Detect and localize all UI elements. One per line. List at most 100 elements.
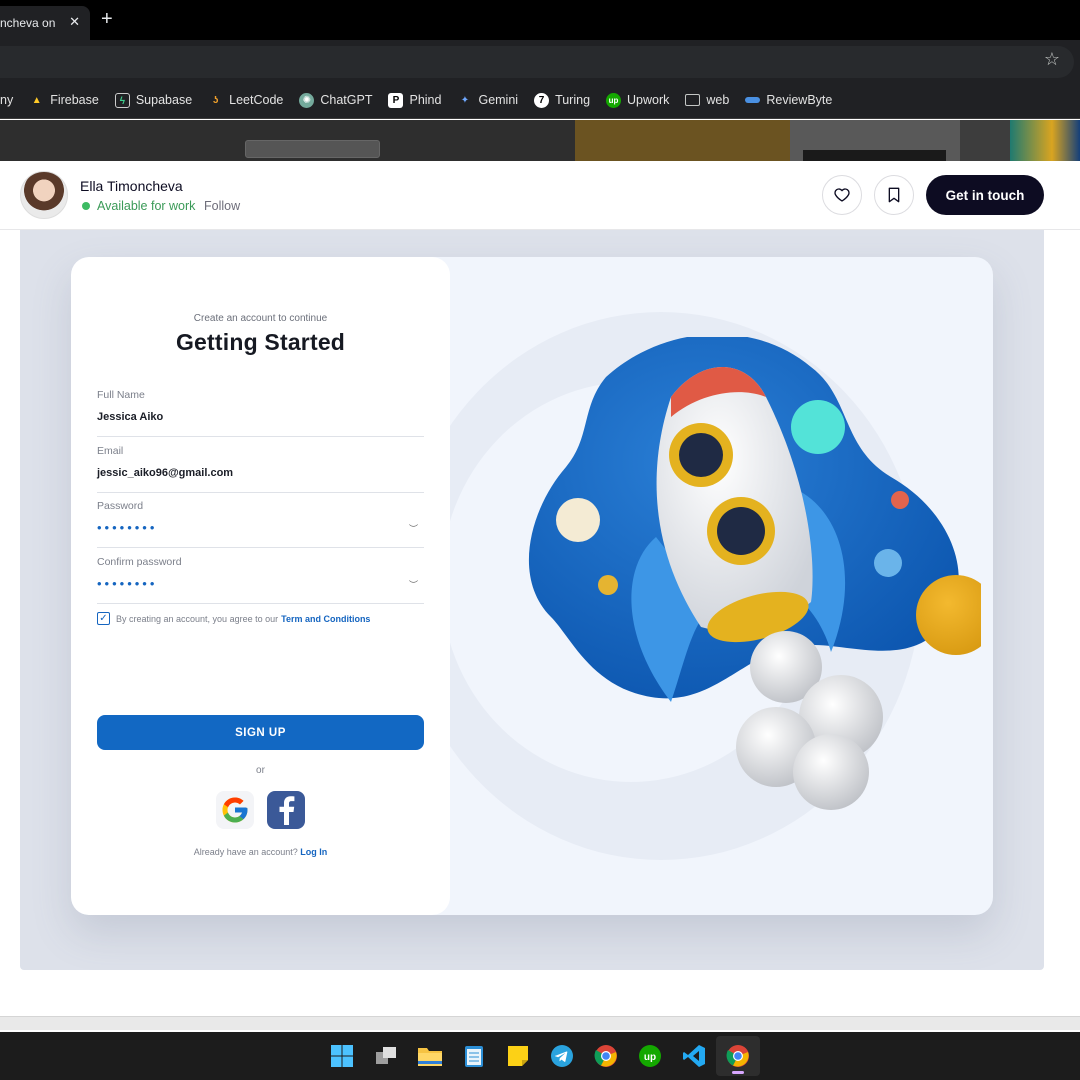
chrome-button-active[interactable]: [716, 1036, 760, 1076]
moon-shape: [556, 498, 600, 542]
bookmark-label: ReviewByte: [766, 93, 833, 107]
facebook-icon: [279, 796, 295, 825]
bookmark-folder-web[interactable]: web: [685, 93, 729, 107]
planet-shape: [598, 575, 618, 595]
address-bar: ☆: [0, 40, 1080, 82]
bookmark-label: Firebase: [50, 93, 99, 107]
heart-icon: [834, 188, 850, 202]
reviewbyte-icon: [745, 97, 761, 103]
chrome-icon: [726, 1045, 749, 1067]
leetcode-icon: ʖ: [212, 94, 219, 106]
gemini-icon: ✦: [460, 94, 470, 106]
avatar[interactable]: [20, 171, 68, 219]
bookmark-upwork[interactable]: up Upwork: [606, 92, 669, 108]
browser-tab-bar: ncheva on ✕ +: [0, 0, 1080, 40]
confirm-password-input[interactable]: ••••••••: [97, 576, 157, 591]
upwork-button[interactable]: up: [628, 1036, 672, 1076]
preview-thumb: [575, 120, 790, 161]
field-label: Password: [97, 500, 144, 512]
terms-agreement: ✓ By creating an account, you agree to o…: [97, 612, 370, 625]
email-field[interactable]: Email jessic_aiko96@gmail.com: [97, 445, 424, 493]
eye-closed-icon[interactable]: ︶: [409, 522, 418, 535]
bookmark-chatgpt[interactable]: ✺ ChatGPT: [299, 92, 373, 108]
status-dot-icon: [82, 202, 90, 210]
windows-taskbar: up: [0, 1032, 1080, 1080]
close-tab-icon[interactable]: ✕: [69, 14, 80, 30]
password-field[interactable]: Password •••••••• ︶: [97, 500, 424, 548]
task-view-icon: [376, 1047, 396, 1064]
vscode-button[interactable]: [672, 1036, 716, 1076]
login-prompt: Already have an account? Log In: [71, 847, 450, 857]
eye-closed-icon[interactable]: ︶: [409, 578, 418, 591]
bookmark-star-icon[interactable]: ☆: [1044, 49, 1060, 70]
telegram-button[interactable]: [540, 1036, 584, 1076]
tab-title: ncheva on: [0, 16, 56, 30]
browser-tab[interactable]: ncheva on ✕: [0, 6, 90, 40]
file-explorer-button[interactable]: [408, 1036, 452, 1076]
horizontal-scrollbar[interactable]: [0, 1016, 1080, 1030]
omnibox[interactable]: ☆: [0, 46, 1074, 78]
related-shots-strip: [0, 120, 1080, 161]
chrome-icon: [594, 1045, 617, 1067]
planet-shape: [891, 491, 909, 509]
porthole-glass: [717, 507, 765, 555]
confirm-password-field[interactable]: Confirm password •••••••• ︶: [97, 556, 424, 604]
bookmark-label: ny: [0, 93, 14, 107]
bookmark-supabase[interactable]: ϟ Supabase: [114, 92, 193, 108]
terms-text: By creating an account, you agree to our: [116, 613, 279, 624]
email-input[interactable]: jessic_aiko96@gmail.com: [97, 467, 233, 479]
bookmark-gemini[interactable]: ✦ Gemini: [457, 93, 518, 108]
like-button[interactable]: [822, 175, 862, 215]
availability-label: Available for work: [97, 199, 196, 213]
upwork-icon: up: [639, 1045, 661, 1067]
bookmark-reviewbyte[interactable]: ReviewByte: [745, 93, 832, 107]
sticky-notes-icon: [508, 1046, 528, 1066]
bookmark-leetcode[interactable]: ʖ LeetCode: [208, 93, 284, 108]
password-input[interactable]: ••••••••: [97, 520, 157, 535]
shot-canvas: Create an account to continue Getting St…: [20, 230, 1044, 970]
notepad-button[interactable]: [452, 1036, 496, 1076]
phind-icon: P: [388, 92, 404, 108]
planet-shape: [874, 549, 902, 577]
svg-text:up: up: [644, 1052, 656, 1063]
field-label: Full Name: [97, 389, 145, 401]
save-button[interactable]: [874, 175, 914, 215]
bookmark-firebase[interactable]: ▲ Firebase: [29, 93, 99, 108]
bookmark-phind[interactable]: P Phind: [388, 92, 441, 108]
preview-thumb: [1010, 120, 1080, 161]
log-in-link[interactable]: Log In: [300, 847, 327, 857]
supabase-icon: ϟ: [114, 92, 130, 108]
full-name-field[interactable]: Full Name Jessica Aiko: [97, 389, 424, 437]
form-title: Getting Started: [175, 329, 346, 355]
form-subtitle: Create an account to continue: [193, 313, 328, 324]
task-view-button[interactable]: [364, 1036, 408, 1076]
field-label: Confirm password: [97, 556, 182, 568]
bookmark-label: Supabase: [135, 93, 193, 107]
signup-mockup: Create an account to continue Getting St…: [71, 257, 993, 915]
shot-header: Ella Timoncheva Available for work Follo…: [0, 161, 1080, 230]
bookmark-item[interactable]: ny: [0, 93, 13, 107]
start-button[interactable]: [320, 1036, 364, 1076]
chrome-profile-button[interactable]: [584, 1036, 628, 1076]
terms-link[interactable]: Term and Conditions: [281, 614, 370, 624]
new-tab-button[interactable]: +: [101, 8, 113, 30]
signup-form-card: Create an account to continue Getting St…: [71, 257, 450, 915]
upwork-icon: up: [606, 92, 622, 108]
author-name[interactable]: Ella Timoncheva: [80, 178, 183, 194]
bookmarks-bar: ny ▲ Firebase ϟ Supabase ʖ LeetCode ✺ ChatGP…: [0, 82, 1080, 119]
google-login-button[interactable]: [216, 791, 254, 829]
follow-link[interactable]: Follow: [204, 199, 240, 213]
bookmark-label: Gemini: [478, 93, 519, 107]
bookmark-label: ChatGPT: [320, 93, 373, 107]
windows-start-icon: [331, 1045, 353, 1067]
rocket-illustration: [529, 337, 981, 810]
facebook-login-button[interactable]: [267, 791, 305, 829]
full-name-input[interactable]: Jessica Aiko: [97, 411, 163, 423]
get-in-touch-button[interactable]: Get in touch: [926, 175, 1044, 215]
field-label: Email: [97, 445, 124, 457]
terms-checkbox[interactable]: ✓: [97, 612, 110, 625]
sticky-notes-button[interactable]: [496, 1036, 540, 1076]
firebase-icon: ▲: [31, 94, 42, 106]
sign-up-button[interactable]: SIGN UP: [97, 715, 424, 750]
bookmark-turing[interactable]: 7 Turing: [534, 92, 590, 108]
